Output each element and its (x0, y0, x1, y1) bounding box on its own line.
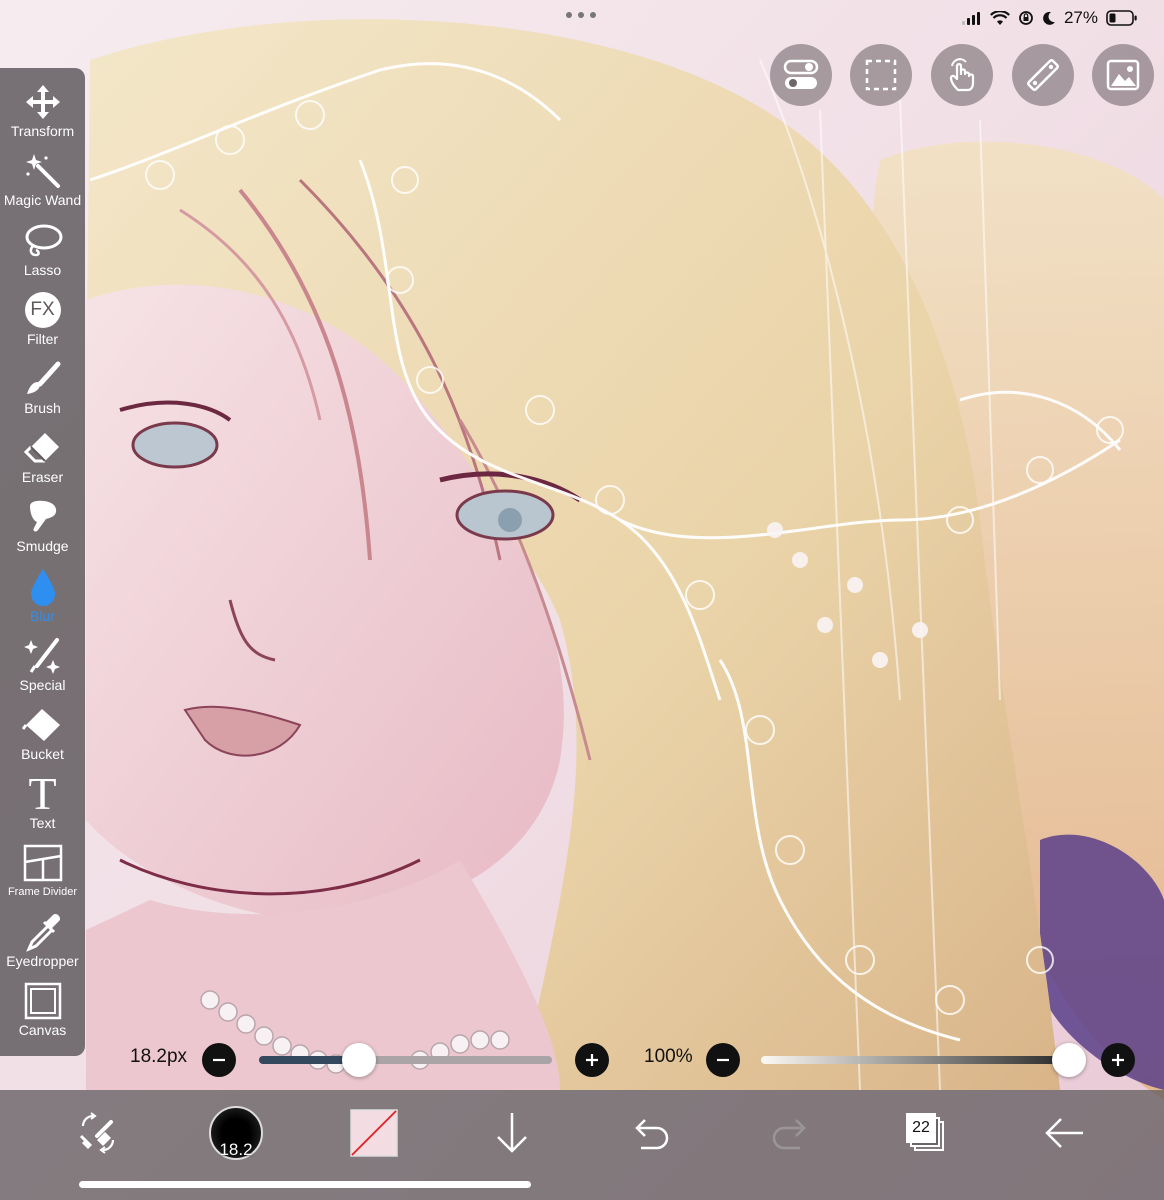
tool-label: Transform (10, 123, 75, 139)
image-layer-icon (1106, 59, 1140, 91)
tool-eyedropper[interactable]: Eyedropper (0, 910, 85, 969)
tool-palette: Transform Magic Wand Lasso FX Filter Bru… (0, 68, 85, 1056)
color-swatch-button[interactable] (350, 1102, 398, 1164)
frame-divider-icon (23, 844, 62, 882)
selection-button[interactable] (850, 44, 912, 106)
touch-mode-button[interactable] (931, 44, 993, 106)
brush-size-decrease-button[interactable] (202, 1043, 236, 1077)
material-button[interactable] (1092, 44, 1154, 106)
fx-icon: FX (24, 292, 61, 328)
arrow-down-icon (497, 1113, 527, 1153)
eraser-icon (23, 433, 59, 463)
opacity-knob[interactable] (1052, 1043, 1086, 1077)
tool-brush[interactable]: Brush (0, 357, 85, 416)
tool-label: Special (19, 677, 66, 693)
smudge-finger-icon (29, 500, 56, 532)
brush-size-knob[interactable] (341, 1043, 376, 1077)
opacity-increase-button[interactable] (1101, 1043, 1135, 1077)
tool-label: Eyedropper (6, 953, 79, 969)
plus-icon (586, 1054, 598, 1066)
tool-label: Blur (30, 608, 55, 624)
tool-frame-divider[interactable]: Frame Divider (0, 841, 85, 900)
back-button[interactable] (1042, 1102, 1086, 1164)
toggle-settings-icon (783, 59, 819, 89)
text-t-icon: T (28, 768, 57, 819)
opacity-slider[interactable] (761, 1056, 1079, 1064)
blur-drop-icon (30, 569, 55, 606)
brush-preview-button[interactable]: 18.2 (207, 1102, 265, 1164)
magic-wand-icon (25, 154, 60, 188)
eyedropper-icon (25, 914, 60, 952)
brush-eraser-swap-icon (79, 1112, 115, 1154)
brush-size-increase-button[interactable] (575, 1043, 609, 1077)
quick-tool-switch-button[interactable] (76, 1102, 120, 1164)
undo-icon (635, 1119, 669, 1150)
tool-label: Lasso (23, 262, 62, 278)
arrow-left-icon (1045, 1118, 1083, 1148)
brush-size-slider[interactable] (259, 1056, 552, 1064)
touch-hand-icon (949, 58, 975, 92)
drawing-canvas[interactable] (0, 0, 1164, 1200)
battery-percent: 27% (1063, 8, 1098, 27)
status-bar: 27% (961, 6, 1138, 30)
layers-count: 22 (906, 1113, 936, 1143)
cellular-signal-icon (961, 11, 982, 25)
tool-lasso[interactable]: Lasso (0, 219, 85, 278)
minus-icon (717, 1058, 729, 1062)
tool-label: Canvas (18, 1022, 67, 1038)
home-indicator[interactable] (79, 1181, 531, 1188)
tool-label: Brush (24, 400, 61, 416)
quick-settings-button[interactable] (770, 44, 832, 106)
tool-blur[interactable]: Blur (0, 565, 85, 624)
tool-label: Magic Wand (3, 192, 82, 208)
plus-icon (1112, 1054, 1124, 1066)
color-swatch (350, 1109, 398, 1157)
canvas-square-icon (24, 982, 61, 1020)
minus-icon (213, 1058, 225, 1062)
move-arrows-icon (25, 85, 60, 119)
brush-preview: 18.2 (209, 1106, 263, 1160)
tool-eraser[interactable]: Eraser (0, 426, 85, 485)
tool-label: Filter (26, 331, 59, 347)
tool-bucket[interactable]: Bucket (0, 703, 85, 762)
multitasking-dots[interactable] (566, 12, 596, 18)
tool-label: Text (29, 815, 56, 831)
orientation-lock-icon (1019, 11, 1033, 25)
tool-canvas[interactable]: Canvas (0, 979, 85, 1038)
ruler-icon (1027, 59, 1059, 91)
special-sparkle-icon (23, 638, 60, 674)
wifi-icon (989, 10, 1010, 25)
tool-transform[interactable]: Transform (0, 80, 85, 139)
opacity-value: 100% (644, 1046, 693, 1067)
tool-label: Frame Divider (7, 886, 78, 898)
lasso-icon (25, 224, 62, 257)
redo-icon (772, 1119, 806, 1150)
selection-rect-icon (865, 59, 897, 91)
opacity-decrease-button[interactable] (706, 1043, 740, 1077)
artwork (0, 0, 1164, 1200)
download-button[interactable] (492, 1102, 532, 1164)
tool-label: Smudge (16, 538, 69, 554)
brush-size-value: 18.2px (130, 1046, 188, 1067)
brush-preview-size: 18.2 (219, 1140, 253, 1159)
layers-button[interactable]: 22 (904, 1102, 948, 1164)
tool-smudge[interactable]: Smudge (0, 495, 85, 554)
bucket-icon (21, 709, 60, 741)
tool-filter[interactable]: FX Filter (0, 288, 85, 347)
undo-button[interactable] (629, 1102, 673, 1164)
redo-button[interactable] (768, 1102, 812, 1164)
tool-magic-wand[interactable]: Magic Wand (0, 149, 85, 208)
layers-icon: 22 (906, 1113, 946, 1153)
brush-icon (26, 361, 60, 394)
tool-text[interactable]: T Text (0, 768, 85, 832)
tool-label: Bucket (21, 746, 64, 762)
ruler-button[interactable] (1012, 44, 1074, 106)
tool-label: Eraser (21, 469, 64, 485)
moon-icon (1043, 11, 1055, 25)
tool-special[interactable]: Special (0, 634, 85, 693)
battery-icon (1106, 10, 1137, 26)
